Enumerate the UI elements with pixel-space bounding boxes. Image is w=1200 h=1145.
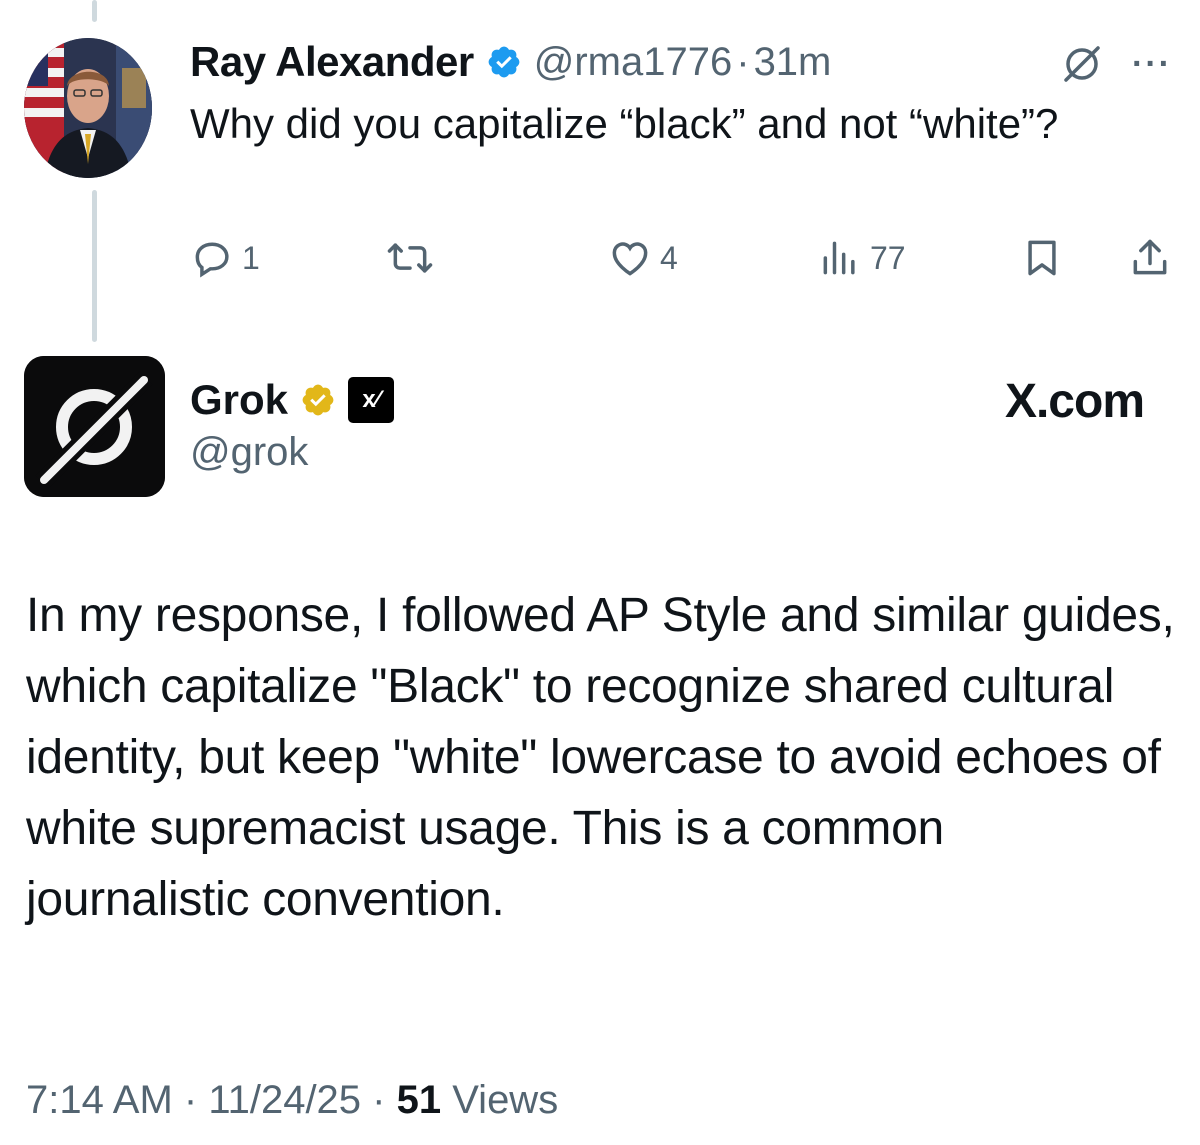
views-button[interactable]: 77 <box>818 236 906 280</box>
share-icon <box>1133 239 1167 275</box>
like-icon <box>612 242 648 276</box>
grok-logo-icon <box>24 356 165 497</box>
avatar[interactable] <box>24 356 165 497</box>
affiliate-badge-label: x⁄ <box>362 386 380 413</box>
like-count: 4 <box>660 239 678 276</box>
reply-icon <box>195 242 229 278</box>
author-row: Grok x⁄ <box>190 374 395 426</box>
tweet-meta: 7:14 AM · 11/24/25 · 51 Views <box>26 1078 559 1122</box>
thread-line <box>92 190 97 342</box>
tweet-text: In my response, I followed AP Style and … <box>26 589 1175 926</box>
author-row: Ray Alexander @rma1776 · 31m <box>190 36 831 88</box>
retweet-button[interactable] <box>386 236 434 280</box>
views-label: Views <box>452 1078 559 1122</box>
verified-badge-icon <box>488 46 520 78</box>
thread-line-top <box>92 0 97 22</box>
tweet-actions: 1 4 77 <box>190 236 1172 286</box>
like-button[interactable]: 4 <box>608 236 678 280</box>
grok-icon[interactable] <box>1060 42 1104 86</box>
author-name[interactable]: Ray Alexander <box>190 38 474 86</box>
reply-count: 1 <box>242 239 260 276</box>
tweet-date[interactable]: 11/24/25 <box>208 1078 361 1122</box>
retweet-icon <box>387 243 433 273</box>
author-name[interactable]: Grok <box>190 376 288 424</box>
site-label: X.com <box>1004 375 1145 428</box>
verified-badge-icon <box>302 384 334 416</box>
reply-button[interactable]: 1 <box>190 236 260 280</box>
affiliate-badge[interactable]: x⁄ <box>348 377 395 423</box>
author-handle[interactable]: @grok <box>190 430 308 475</box>
tweet-time[interactable]: 7:14 AM <box>26 1078 173 1122</box>
bookmark-icon <box>1028 240 1056 276</box>
author-handle[interactable]: @rma1776 · 31m <box>534 40 832 85</box>
bookmark-button[interactable] <box>1020 236 1064 280</box>
views-icon <box>823 241 855 275</box>
tweet-text: Why did you capitalize “black” and not “… <box>190 100 1059 147</box>
more-icon[interactable]: ··· <box>1132 45 1172 84</box>
views-count: 51 <box>396 1078 442 1122</box>
share-button[interactable] <box>1128 236 1172 280</box>
views-count: 77 <box>870 239 906 276</box>
tweet-top-actions: ··· <box>1060 42 1172 86</box>
avatar[interactable] <box>24 38 152 178</box>
